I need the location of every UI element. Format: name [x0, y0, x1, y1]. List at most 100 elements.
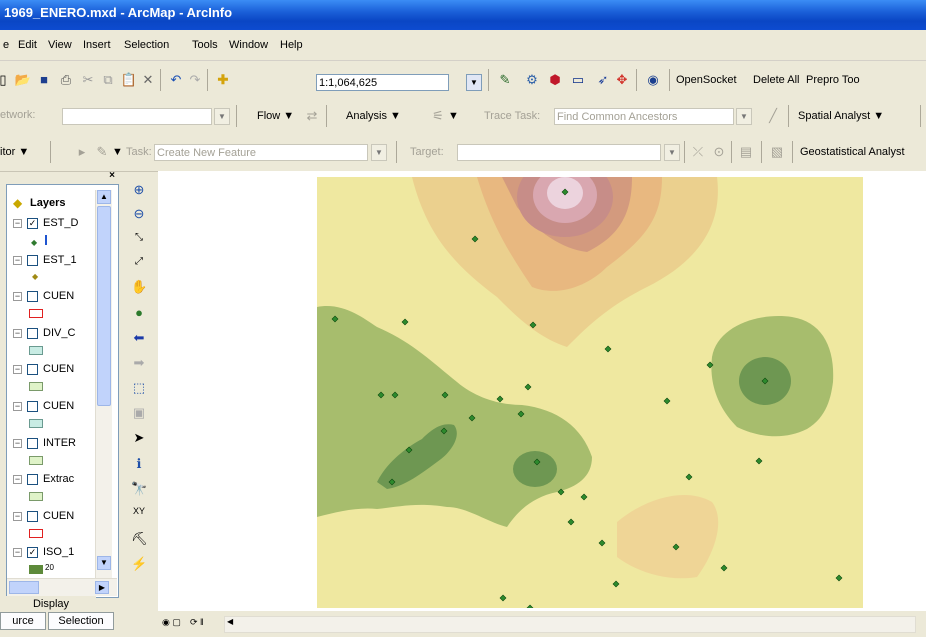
select-features-icon[interactable]: ⬚: [131, 380, 147, 396]
globe-link-icon[interactable]: ◉: [645, 72, 661, 88]
menu-selection[interactable]: Selection: [124, 39, 169, 51]
editor-toolbar: itor ▼ ▸ ✎ ▼ Task: Create New Feature ▼ …: [0, 134, 926, 172]
menu-edit[interactable]: Edit: [18, 39, 37, 51]
menu-help[interactable]: Help: [280, 39, 303, 51]
layer-visibility-checkbox[interactable]: [27, 291, 38, 303]
target-dropdown[interactable]: ▼: [664, 144, 680, 161]
print-icon[interactable]: ⎙: [58, 72, 74, 88]
close-icon[interactable]: ×: [109, 170, 115, 181]
delete-icon[interactable]: ✕: [140, 72, 156, 88]
menu-bar: e Edit View Insert Selection Tools Windo…: [0, 30, 926, 61]
collapse-icon[interactable]: −: [13, 219, 22, 228]
map-scale-dropdown[interactable]: ▼: [466, 74, 482, 91]
toc-scrollbar[interactable]: ▲ ▼: [95, 190, 112, 590]
scroll-up-icon[interactable]: ▲: [97, 190, 111, 204]
sketch-dropdown-arrow[interactable]: ▼: [112, 146, 123, 158]
forward-extent-icon[interactable]: ➡: [131, 355, 147, 371]
go-to-xy-icon[interactable]: XY: [131, 506, 147, 522]
polygon-symbol-icon: [29, 419, 43, 428]
layer-visibility-checkbox[interactable]: ✓: [27, 547, 38, 559]
hyperlink-icon[interactable]: ⚡: [131, 556, 147, 572]
scroll-left-icon[interactable]: ◀: [227, 617, 233, 626]
map-hscrollbar[interactable]: ◀: [224, 616, 916, 633]
interpolated-surface-map[interactable]: [317, 177, 863, 608]
trace-task-dropdown[interactable]: ▼: [736, 108, 752, 125]
collapse-icon[interactable]: −: [13, 255, 22, 265]
trace-task-select[interactable]: Find Common Ancestors: [554, 108, 734, 125]
network-label: etwork:: [0, 109, 36, 121]
tab-selection[interactable]: Selection: [48, 612, 114, 630]
clear-selection-icon[interactable]: ▣: [131, 405, 147, 421]
save-icon[interactable]: ■: [36, 72, 52, 88]
hscroll-thumb[interactable]: [9, 581, 39, 594]
layer-visibility-checkbox[interactable]: ✓: [27, 218, 38, 229]
add-data-icon[interactable]: ✚: [215, 72, 231, 88]
flow-menu[interactable]: Flow ▼: [257, 110, 294, 122]
layer-visibility-checkbox[interactable]: [27, 327, 38, 339]
scroll-down-icon[interactable]: ▼: [97, 556, 111, 570]
opensocket-button[interactable]: OpenSocket: [676, 74, 737, 86]
refresh-icon[interactable]: ⟳ ‖: [190, 617, 204, 628]
command-line-icon[interactable]: ▭: [570, 72, 586, 88]
tab-source[interactable]: urce: [0, 612, 46, 630]
collapse-icon[interactable]: −: [13, 365, 22, 375]
layer-visibility-checkbox[interactable]: [27, 401, 38, 412]
target-icon[interactable]: ✥: [614, 72, 630, 88]
menu-window[interactable]: Window: [229, 39, 268, 51]
pan-icon[interactable]: ✋: [131, 279, 147, 295]
delete-all-button[interactable]: Delete All: [753, 74, 799, 86]
toolbox-icon[interactable]: ⬢: [547, 72, 563, 88]
layer-visibility-checkbox[interactable]: [27, 364, 38, 376]
geostatistical-analyst-menu[interactable]: Geostatistical Analyst: [800, 146, 905, 158]
cut-icon[interactable]: ✂: [80, 72, 96, 88]
scroll-thumb[interactable]: [97, 206, 111, 406]
menu-view[interactable]: View: [48, 39, 72, 51]
layer-visibility-checkbox[interactable]: [27, 474, 38, 486]
target-select[interactable]: [457, 144, 661, 161]
zoom-out-icon[interactable]: ⊖: [131, 206, 147, 222]
scroll-right-icon[interactable]: ▶: [95, 581, 109, 594]
redo-icon[interactable]: ↷: [187, 72, 203, 88]
fixed-zoom-out-icon[interactable]: ⤢: [131, 254, 147, 270]
collapse-icon[interactable]: −: [13, 548, 22, 558]
find-icon[interactable]: 🔭: [131, 481, 147, 497]
layer-visibility-checkbox[interactable]: [27, 254, 38, 266]
task-dropdown[interactable]: ▼: [371, 144, 387, 161]
arctoolbox-icon[interactable]: ⚙: [524, 72, 540, 88]
back-extent-icon[interactable]: ⬅: [131, 330, 147, 346]
editor-toolbar-icon[interactable]: ✎: [497, 72, 513, 88]
network-dropdown[interactable]: ▼: [214, 108, 230, 125]
map-scale-input[interactable]: 1:1,064,625: [316, 74, 449, 91]
menu-tools[interactable]: Tools: [192, 39, 218, 51]
collapse-icon[interactable]: −: [13, 438, 22, 448]
measure-icon[interactable]: ⛏: [131, 531, 148, 547]
collapse-icon[interactable]: −: [13, 402, 22, 411]
layer-visibility-checkbox[interactable]: [27, 437, 38, 449]
spatial-analyst-menu[interactable]: Spatial Analyst ▼: [798, 110, 884, 122]
fixed-zoom-in-icon[interactable]: ⤡: [131, 230, 147, 246]
menu-file[interactable]: e: [3, 39, 9, 51]
collapse-icon[interactable]: −: [13, 475, 22, 485]
full-extent-icon[interactable]: ●: [131, 305, 147, 321]
menu-insert[interactable]: Insert: [83, 39, 111, 51]
whats-this-icon[interactable]: ➶: [595, 72, 611, 88]
collapse-icon[interactable]: −: [13, 328, 22, 338]
analysis-menu[interactable]: Analysis ▼: [346, 110, 401, 122]
paste-icon[interactable]: 📋: [121, 72, 137, 88]
editor-menu[interactable]: itor ▼: [0, 146, 29, 158]
copy-icon[interactable]: ⧉: [100, 72, 116, 88]
collapse-icon[interactable]: −: [13, 292, 22, 302]
open-icon[interactable]: 📂: [15, 72, 31, 88]
undo-icon[interactable]: ↶: [168, 72, 184, 88]
network-select[interactable]: [62, 108, 212, 125]
prepro-tools-button[interactable]: Prepro Too: [806, 74, 860, 86]
zoom-in-icon[interactable]: ⊕: [131, 182, 147, 198]
collapse-icon[interactable]: −: [13, 511, 22, 521]
identify-icon[interactable]: ℹ: [131, 456, 147, 472]
new-document-icon[interactable]: ▯: [0, 72, 7, 88]
toc-hscrollbar[interactable]: ▶: [7, 578, 117, 596]
select-elements-icon[interactable]: ➤: [131, 430, 147, 446]
data-view-icon[interactable]: ◉ ▢: [162, 617, 181, 628]
layer-visibility-checkbox[interactable]: [27, 510, 38, 522]
task-select[interactable]: Create New Feature: [154, 144, 368, 161]
